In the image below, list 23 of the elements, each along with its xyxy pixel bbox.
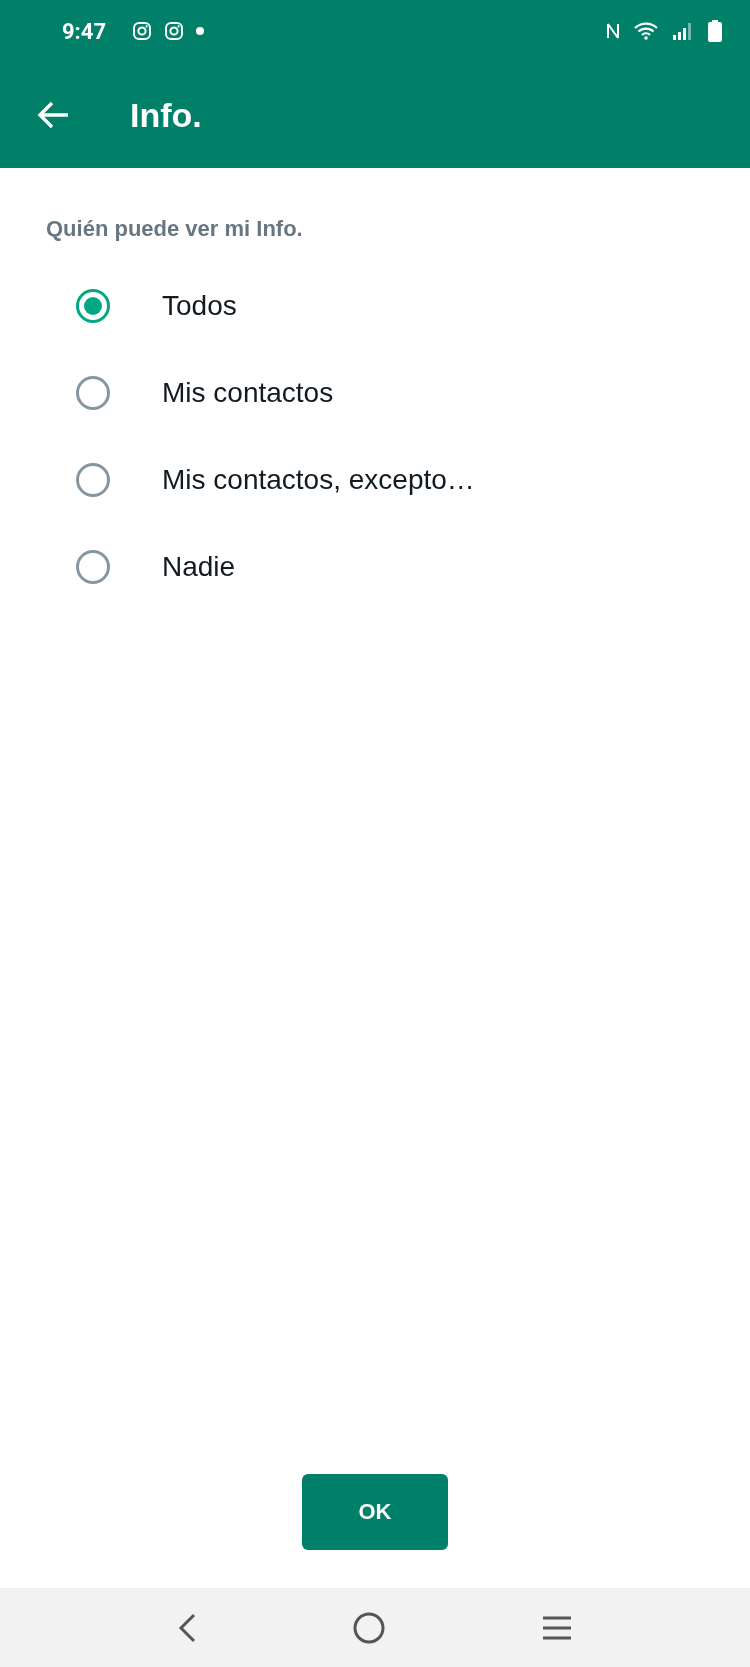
camera-icon (132, 21, 153, 41)
home-button[interactable] (352, 1610, 386, 1645)
back-button[interactable] (177, 1612, 198, 1643)
signal-icon (672, 22, 694, 40)
back-button[interactable] (36, 100, 70, 130)
camera-icon (164, 21, 185, 41)
radio-button[interactable] (76, 288, 110, 323)
dot-icon (196, 27, 205, 35)
radio-option[interactable]: Mis contactos (0, 349, 750, 436)
back-arrow-icon (36, 100, 70, 130)
radio-option[interactable]: Nadie (0, 523, 750, 610)
radio-button[interactable] (76, 375, 110, 410)
battery-icon (708, 20, 722, 42)
screen-title: Info. (130, 95, 202, 135)
radio-option[interactable]: Todos (0, 262, 750, 349)
radio-button[interactable] (76, 462, 110, 497)
ok-button[interactable]: OK (302, 1474, 448, 1550)
wifi-icon (634, 22, 658, 40)
radio-option[interactable]: Mis contactos, excepto… (0, 436, 750, 523)
status-time: 9:47 (62, 18, 107, 44)
radio-button[interactable] (76, 549, 110, 584)
section-label: Quién puede ver mi Info. (46, 216, 304, 242)
nfc-icon (606, 22, 620, 40)
